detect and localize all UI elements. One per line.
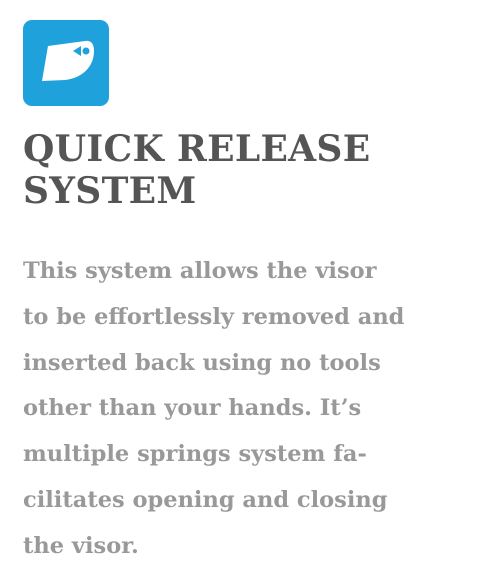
- description-line: other than your hands. It’s: [23, 395, 362, 422]
- description-line: to be effortlessly removed and: [23, 303, 405, 330]
- feature-card: QUICK RELEASE SYSTEM This system allows …: [0, 0, 477, 568]
- feature-description: This system allows the visor to be effor…: [23, 249, 475, 570]
- description-line: This system allows the visor: [23, 258, 377, 284]
- feature-title-line: SYSTEM: [23, 170, 197, 212]
- description-line: multiple springs system fa-: [23, 441, 367, 468]
- description-line: the visor.: [23, 532, 139, 559]
- feature-title-line: QUICK RELEASE: [23, 128, 371, 170]
- description-line: inserted back using no tools: [23, 349, 381, 376]
- description-line: cilitates opening and closing: [23, 486, 388, 513]
- visor-icon-graphic: [42, 40, 94, 81]
- visor-quick-release-icon: [23, 20, 109, 106]
- feature-title: QUICK RELEASE SYSTEM: [23, 128, 463, 212]
